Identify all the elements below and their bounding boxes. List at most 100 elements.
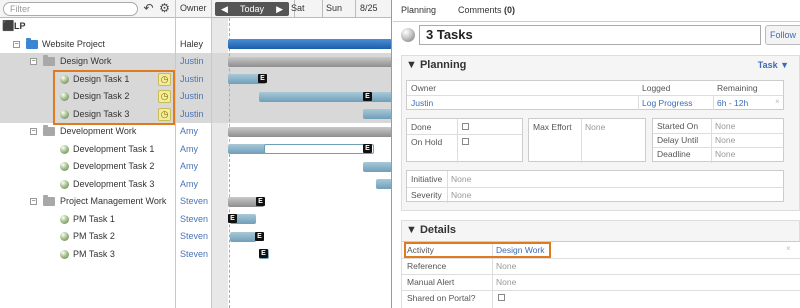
owner-cell[interactable]: Amy [180,176,198,193]
task-detail-pane: Planning Comments (0) 3 Tasks Follow ▼ P… [393,0,800,308]
tree-row-design-work[interactable]: − Design Work [0,53,175,71]
follow-button[interactable]: Follow [765,25,800,45]
delay-until-value[interactable]: None [715,133,735,147]
owner-cell[interactable]: Steven [180,228,208,245]
tab-comments-label: Comments [458,5,502,15]
owner-cell[interactable]: Steven [180,246,208,263]
tree-row-label: Project Management Work [60,196,167,206]
remaining-value[interactable]: 6h - 12h [717,96,748,110]
tab-comments[interactable]: Comments (0) [458,5,515,15]
project-tree-pane: Filter ↶ ⚙ ⬛ LP − Website Project − Desi… [0,0,392,308]
status-table: Done On Hold [406,118,523,163]
divider [638,95,639,110]
owner-cell[interactable]: Justin [180,88,204,105]
collapse-icon[interactable]: − [30,128,37,135]
owner-cell[interactable]: Justin [180,71,204,88]
log-progress-link[interactable]: Log Progress [642,96,693,110]
done-checkbox[interactable] [462,123,469,130]
shared-on-portal-checkbox[interactable] [498,294,505,301]
expected-marker: E [363,92,372,101]
tree-row-pm-task-3[interactable]: PM Task 3 [0,246,175,264]
expected-marker: E [228,214,237,223]
task-status-icon [60,249,69,259]
expected-marker: E [256,197,265,206]
initiative-value[interactable]: None [451,172,471,186]
done-label: Done [411,122,432,132]
remaining-col-label: Remaining [717,83,758,93]
divider [581,119,582,163]
clear-icon[interactable]: × [786,244,791,253]
owner-cell[interactable]: Steven [180,211,208,228]
max-effort-value[interactable]: None [585,120,605,134]
severity-value[interactable]: None [451,188,471,202]
tree-row-lp[interactable]: ⬛ LP [0,18,175,36]
task-status-icon [60,144,69,154]
tree-row-label: Website Project [42,38,105,49]
gantt-bar-development-task-1-remaining[interactable] [264,144,374,154]
task-status-icon [401,28,415,42]
task-status-icon [60,232,69,241]
divider [653,133,783,134]
tree-row-pm-task-1[interactable]: PM Task 1 [0,211,175,229]
tree-row-website-project[interactable]: − Website Project [0,36,175,54]
deadline-label: Deadline [657,149,691,159]
owner-header: Owner [176,0,211,18]
tree-row-pm-task-2[interactable]: PM Task 2 [0,228,175,246]
on-hold-label: On Hold [411,137,443,147]
gantt-bar-pm-task-2[interactable] [230,232,256,242]
collapse-icon[interactable]: − [30,58,37,65]
gantt-bar-design-task-2[interactable] [259,92,391,102]
owner-cell[interactable]: Amy [180,158,198,175]
owner-cell[interactable]: Justin [180,106,204,123]
tab-planning[interactable]: Planning [401,5,436,15]
gantt-bar-design-work[interactable] [228,57,391,67]
owner-cell[interactable]: Justin [180,53,204,70]
gantt-bar-development-task-2[interactable] [363,162,391,172]
divider [402,258,800,259]
folder-icon [43,55,55,66]
owner-value-link[interactable]: Justin [411,96,433,110]
reference-value[interactable]: None [496,259,516,273]
gantt-bar-website-project[interactable] [228,39,391,49]
manual-alert-value[interactable]: None [496,275,516,289]
tree-row-development-work[interactable]: − Development Work [0,123,175,141]
undo-icon[interactable]: ↶ [142,2,155,15]
next-arrow-icon[interactable]: ▶ [276,2,283,16]
tree-row-development-task-3[interactable]: Development Task 3 [0,176,175,194]
gantt-bar-development-work[interactable] [228,127,391,137]
owner-cell[interactable]: Amy [180,123,198,140]
collapse-icon[interactable]: − [30,198,37,205]
tree-row-project-management-work[interactable]: − Project Management Work [0,193,175,211]
day-label-sat: Sat [291,3,305,13]
deadline-value[interactable]: None [715,147,735,161]
details-section: ▼ Details Activity Design Work × Referen… [401,220,800,308]
divider [653,147,783,148]
planning-heading[interactable]: ▼ Planning [406,59,466,71]
owner-cell[interactable]: Haley [180,36,203,53]
gantt-bar-development-task-1[interactable] [228,144,266,154]
tree-row-label: Development Work [60,126,137,136]
gantt-bar-development-task-3[interactable] [376,179,391,189]
owner-cell[interactable]: Steven [180,193,208,210]
tree-row-development-task-2[interactable]: Development Task 2 [0,158,175,176]
collapse-icon[interactable]: − [13,40,20,48]
filter-input[interactable]: Filter [3,2,138,16]
delay-until-label: Delay Until [657,135,699,145]
owner-col-label: Owner [411,83,437,93]
expected-marker: E [255,232,264,241]
clear-icon[interactable]: × [775,97,780,106]
owner-cell[interactable]: Amy [180,141,198,158]
on-hold-checkbox[interactable] [462,138,469,145]
manual-alert-label: Manual Alert [407,277,455,287]
tree-row-development-task-1[interactable]: Development Task 1 [0,141,175,159]
started-on-value[interactable]: None [715,119,735,133]
root-icon: ⬛ [2,21,15,32]
task-type-dropdown[interactable]: Task ▼ [758,60,789,70]
gantt-bar-design-task-3[interactable] [363,109,391,119]
max-effort-label: Max Effort [533,122,572,132]
details-heading[interactable]: ▼ Details [406,224,456,236]
day-separator [322,0,323,18]
gear-icon[interactable]: ⚙ [158,2,171,15]
effort-table: Max Effort None [528,118,646,163]
task-title-field[interactable]: 3 Tasks [419,25,761,45]
